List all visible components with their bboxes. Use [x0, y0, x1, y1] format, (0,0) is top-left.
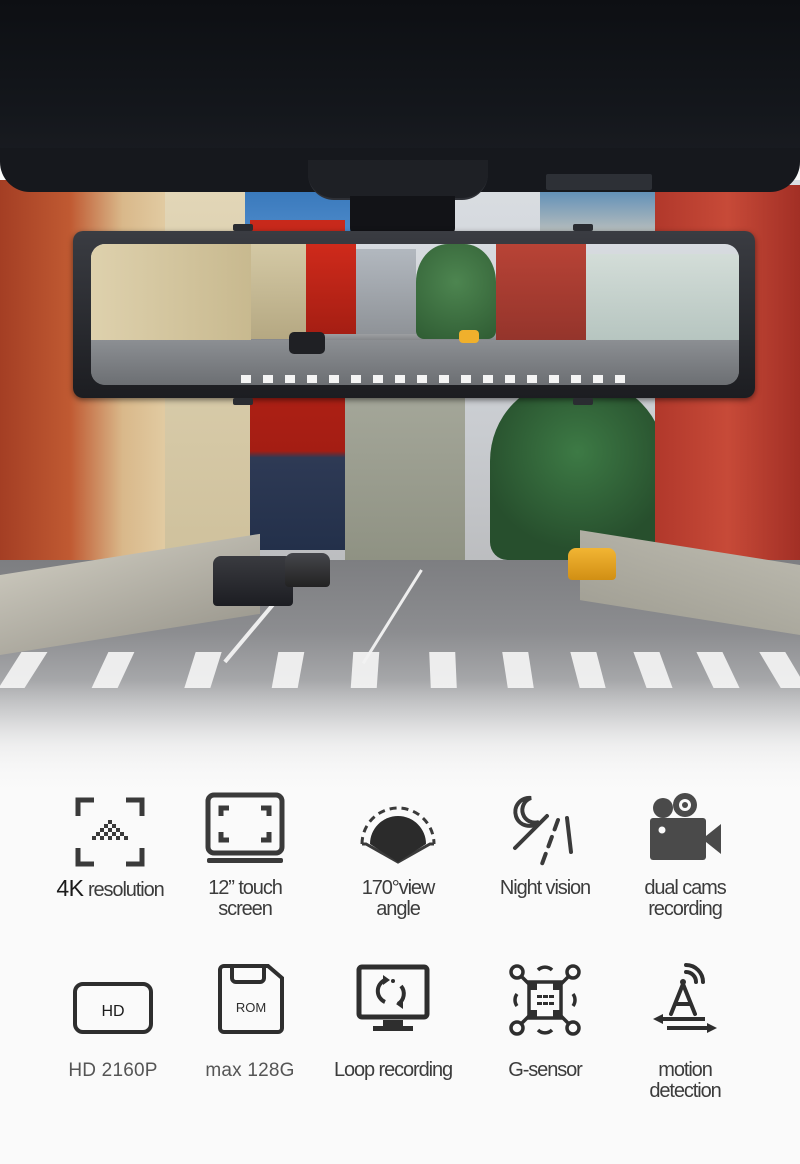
screen-building: [306, 244, 356, 334]
screen-crosswalk-stripe: [483, 375, 493, 383]
screen-crosswalk-stripe: [417, 375, 427, 383]
car-yellow-taxi: [568, 548, 616, 580]
feature-label-line1: 170°view: [361, 877, 436, 899]
hd-badge-icon: HD: [73, 962, 153, 1042]
mirror-clip: [573, 224, 593, 231]
feature-label-line1: max 128G: [205, 1060, 295, 1081]
feature-label-line1: motion: [658, 1059, 713, 1081]
screen-crosswalk-stripe: [395, 375, 405, 383]
motion-detection-icon: [645, 962, 725, 1042]
feature-label-line1: Night vision: [499, 877, 591, 899]
screen-building: [251, 244, 306, 339]
feature-label: motion detection: [605, 1060, 765, 1102]
screen-crosswalk-stripe: [285, 375, 295, 383]
night-vision-icon: [505, 792, 585, 872]
feature-label-line1: HD 2160P: [68, 1060, 158, 1081]
screen-building: [356, 249, 416, 334]
screen-crosswalk-stripe: [351, 375, 361, 383]
feature-label-line2: angle: [376, 898, 421, 920]
g-sensor-icon: [505, 962, 585, 1042]
mirror-mount-pod: [308, 160, 488, 200]
feature-label: 170°view angle: [318, 878, 478, 920]
feature-label: Night vision: [465, 878, 625, 899]
screen-crosswalk-stripe: [241, 375, 251, 383]
mirror-clip: [233, 224, 253, 231]
screen-building: [586, 254, 739, 344]
feature-label-line2: screen: [218, 898, 273, 920]
screen-tree: [416, 244, 496, 339]
feature-label: 12” touch screen: [165, 878, 325, 920]
car-headliner: [0, 0, 800, 160]
feature-label-text: resolution: [87, 879, 165, 901]
mirror-clip: [233, 398, 253, 405]
car-black-suv: [285, 553, 330, 587]
screen-crosswalk-stripe: [549, 375, 559, 383]
screen-car: [289, 332, 325, 354]
features-grid: 4K resolution 12” touch screen 170°view …: [0, 780, 800, 1164]
screen-crosswalk-stripe: [307, 375, 317, 383]
street-tree: [490, 380, 665, 560]
mirror-clip: [573, 398, 593, 405]
sd-card-icon: ROM: [210, 962, 290, 1042]
mirror-mount-stem: [350, 196, 455, 236]
hd-badge-text: HD: [101, 1003, 124, 1020]
video-camera-icon: [645, 792, 725, 872]
screen-crosswalk-stripe: [373, 375, 383, 383]
hero-photo: [0, 0, 800, 800]
feature-label-line1: dual cams: [644, 877, 726, 899]
screen-crosswalk-stripe: [461, 375, 471, 383]
screen-building: [91, 244, 251, 344]
feature-label: max 128G: [170, 1060, 330, 1081]
screen-taxi: [459, 330, 479, 343]
feature-label: HD 2160P: [33, 1060, 193, 1081]
screen-building: [496, 244, 586, 344]
feature-label-line1: 12” touch: [208, 877, 283, 899]
loop-recording-icon: [353, 962, 433, 1042]
screen-crosswalk-stripe: [527, 375, 537, 383]
feature-label: G-sensor: [465, 1060, 625, 1081]
4k-resolution-icon: [70, 792, 150, 872]
screen-crosswalk-stripe: [571, 375, 581, 383]
screen-crosswalk-stripe: [439, 375, 449, 383]
screen-road: [91, 340, 739, 385]
screen-crosswalk-stripe: [329, 375, 339, 383]
mirror-screen: [91, 244, 739, 385]
feature-label: Loop recording: [313, 1060, 473, 1081]
headliner-label-plate: [546, 174, 652, 190]
screen-crosswalk-stripe: [615, 375, 625, 383]
rom-text: ROM: [236, 1000, 266, 1015]
feature-label-line2: recording: [648, 898, 723, 920]
feature-label-line1: Loop recording: [333, 1059, 453, 1081]
view-angle-icon: [358, 792, 438, 872]
screen-crosswalk-stripe: [505, 375, 515, 383]
feature-label: dual cams recording: [605, 878, 765, 920]
touch-screen-icon: [205, 792, 285, 872]
feature-label-line1: G-sensor: [508, 1059, 583, 1081]
car-black-sedan: [213, 556, 293, 606]
screen-crosswalk-stripe: [593, 375, 603, 383]
feature-label-line2: detection: [649, 1080, 721, 1102]
mirror-dashcam-device: [73, 224, 755, 405]
feature-label-strong: 4K: [56, 875, 84, 901]
screen-crosswalk-stripe: [263, 375, 273, 383]
